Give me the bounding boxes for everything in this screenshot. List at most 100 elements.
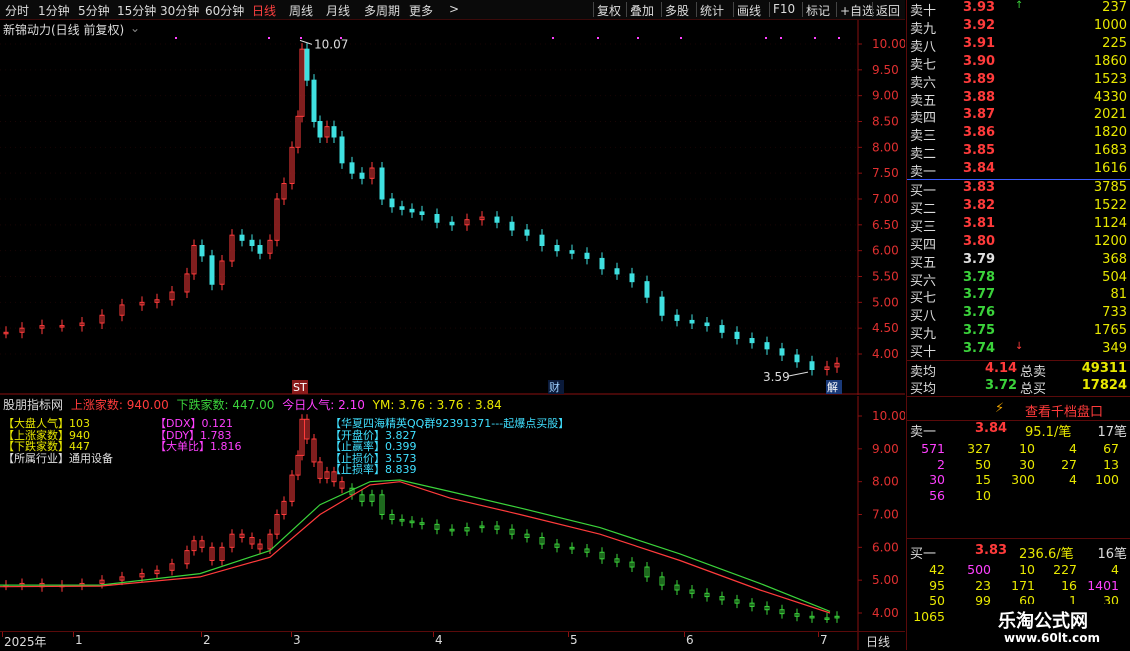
finance-marker[interactable]: 财 <box>549 380 560 394</box>
period-tab-8[interactable]: 月线 <box>326 2 350 19</box>
sell-row[interactable]: 卖一 3.84 1616 <box>907 161 1130 181</box>
watermark: 乐淘公式网 www.60lt.com <box>990 604 1130 650</box>
toolbar-action-7[interactable]: +自选 <box>840 2 874 19</box>
buy-depth-cell: 4 <box>1111 562 1119 577</box>
buy-depth-cell: 500 <box>967 562 991 577</box>
buy-volume: 349 <box>1102 341 1127 357</box>
period-tab-7[interactable]: 周线 <box>289 2 313 19</box>
period-tab-2[interactable]: 5分钟 <box>78 2 110 19</box>
sell-depth-cell: 56 <box>929 487 945 503</box>
buy-row[interactable]: 买九 3.75 1765 <box>907 323 1130 342</box>
buy-row[interactable]: 买四 3.80 1200 <box>907 234 1130 253</box>
sell-price: 3.88 <box>963 89 996 105</box>
buy-volume: 733 <box>1102 305 1127 321</box>
toolbar-action-3[interactable]: 统计 <box>700 2 724 19</box>
chevron-down-icon[interactable]: ⌄ <box>130 21 140 35</box>
sell-level-label: 卖二 <box>910 147 937 163</box>
sell-row[interactable]: 卖六 3.89 1523 <box>907 72 1130 91</box>
sell-depth-cell: 571 <box>921 441 945 456</box>
sell-price: 3.90 <box>963 53 996 69</box>
sell-row[interactable]: 卖二 3.85 1683 <box>907 143 1130 163</box>
buy-row[interactable]: 买三 3.81 1124 <box>907 216 1130 235</box>
period-tab-9[interactable]: 多周期 <box>364 2 400 19</box>
candle <box>554 245 560 252</box>
sell-row[interactable]: 卖七 3.90 1860 <box>907 53 1130 73</box>
toolbar-action-2[interactable]: 多股 <box>665 2 689 19</box>
indicator-chart[interactable]: 10.00 9.00 8.00 7.00 6.00 5.00 4.00 股朋指标网 上涨家数… <box>0 396 905 650</box>
buy-row[interactable]: 买七 3.77 81 <box>907 287 1130 306</box>
buy-row[interactable]: 买六 3.78 504 <box>907 270 1130 289</box>
candle <box>614 268 620 275</box>
depth-buy1-avg: 236.6/笔 <box>1019 547 1074 562</box>
sell-depth-cell: 67 <box>1103 441 1119 456</box>
high-price-label: 10.07 <box>314 37 348 51</box>
candle <box>359 172 365 179</box>
total-sell-value: 49311 <box>1081 361 1127 376</box>
ind-y-tick-label: 8.00 <box>872 475 899 489</box>
buy-row[interactable]: 买五 3.79 368 <box>907 251 1130 271</box>
indicator-right-label-4: 【止损率】8.839 <box>330 463 417 476</box>
sell-volume: 4330 <box>1093 89 1127 105</box>
period-tab-0[interactable]: 分时 <box>5 2 29 19</box>
buy-depth-cell: 171 <box>1011 577 1035 593</box>
divider <box>907 396 1130 397</box>
buy-depth-cell: 95 <box>929 577 945 593</box>
more-arrow-icon[interactable]: > <box>449 2 459 16</box>
arrow-up-icon: ↑ <box>1015 0 1024 11</box>
period-tab-1[interactable]: 1分钟 <box>38 2 70 19</box>
buy-level-label: 买二 <box>910 201 937 217</box>
popularity-label: 今日人气: <box>282 398 335 412</box>
x-axis-label-2: 2 <box>203 633 211 647</box>
candle <box>779 348 785 356</box>
sell-price: 3.91 <box>963 35 996 51</box>
sell-depth-cell: 327 <box>967 441 991 456</box>
toolbar-action-6[interactable]: 标记 <box>806 2 830 19</box>
period-tab-4[interactable]: 30分钟 <box>160 2 199 19</box>
sell-volume: 1616 <box>1093 161 1127 177</box>
toolbar-action-5[interactable]: F10 <box>773 2 795 16</box>
buy-price: 3.76 <box>963 305 996 321</box>
sell-level-label: 卖一 <box>910 165 937 181</box>
period-tab-10[interactable]: 更多 <box>409 2 433 19</box>
toolbar-action-1[interactable]: 叠加 <box>630 2 654 19</box>
depth-buy1-price: 3.83 <box>975 543 1008 558</box>
toolbar-action-0[interactable]: 复权 <box>597 2 621 19</box>
st-marker[interactable]: ST <box>293 381 307 394</box>
sell-row[interactable]: 卖九 3.92 1000 <box>907 18 1130 37</box>
toolbar-divider <box>696 2 697 17</box>
thousand-level-depth-button[interactable]: 查看千档盘口 <box>1025 401 1103 420</box>
sell-row[interactable]: 卖四 3.87 2021 <box>907 107 1130 126</box>
unlock-marker[interactable]: 解 <box>827 380 838 394</box>
toolbar-action-8[interactable]: 返回 <box>876 2 900 19</box>
toolbar-divider <box>593 2 594 17</box>
sell-depth-cell: 100 <box>1095 472 1119 487</box>
main-kline-chart[interactable]: 10.00 9.50 9.00 8.50 8.00 7.50 7.00 6.50 6.00 5.5… <box>0 20 905 395</box>
period-tab-5[interactable]: 60分钟 <box>205 2 244 19</box>
sell-level-label: 卖八 <box>910 39 937 55</box>
sell-depth-cell: 15 <box>975 472 991 487</box>
buy-row[interactable]: 买一 3.83 3785 <box>907 180 1130 199</box>
y-tick-label: 9.50 <box>872 63 899 77</box>
sell-level-label: 卖五 <box>910 93 937 109</box>
indicator-name[interactable]: 股朋指标网 <box>3 398 63 412</box>
candle <box>644 281 650 298</box>
y-tick-label: 10.00 <box>872 37 905 51</box>
sell-row[interactable]: 卖五 3.88 4330 <box>907 89 1130 109</box>
sell-row[interactable]: 卖三 3.86 1820 <box>907 125 1130 144</box>
period-tab-3[interactable]: 15分钟 <box>117 2 156 19</box>
sell-row[interactable]: 卖八 3.91 225 <box>907 35 1130 55</box>
kline-svg[interactable]: 10.00 9.50 9.00 8.50 8.00 7.50 7.00 6.50 6.00 5.5… <box>0 20 905 395</box>
buy-row[interactable]: 买十 3.74 349 ↓ <box>907 341 1130 360</box>
candle <box>734 331 740 339</box>
candle <box>764 342 770 350</box>
indicator-svg[interactable]: 10.00 9.00 8.00 7.00 6.00 5.00 4.00 <box>0 396 905 650</box>
buy-row[interactable]: 买二 3.82 1522 <box>907 198 1130 217</box>
sell-depth-cell: 10 <box>1019 441 1035 456</box>
sell-price: 3.93 <box>963 0 996 15</box>
toolbar-action-4[interactable]: 画线 <box>737 2 761 19</box>
buy-row[interactable]: 买八 3.76 733 <box>907 305 1130 324</box>
sell-depth-cell: 50 <box>975 456 991 472</box>
buy-volume: 368 <box>1102 251 1127 267</box>
period-tab-6[interactable]: 日线 <box>252 2 276 19</box>
sell-row[interactable]: 卖十 3.93 237 ↑ <box>907 0 1130 19</box>
